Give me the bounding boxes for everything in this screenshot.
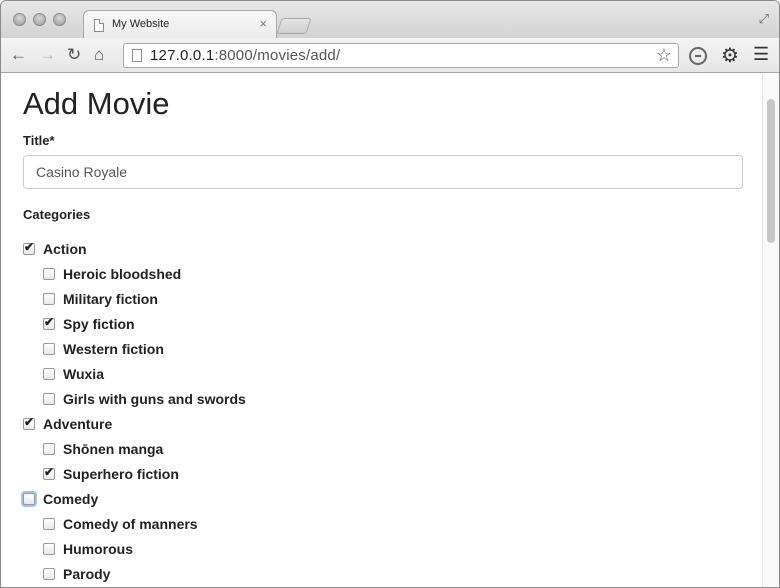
category-label: Comedy of manners	[63, 516, 198, 532]
category-checkbox[interactable]	[23, 240, 35, 255]
tab-close-button[interactable]: ×	[259, 16, 267, 31]
zoom-window-button[interactable]	[53, 13, 66, 26]
back-button[interactable]: ←	[10, 45, 27, 65]
title-input[interactable]	[23, 155, 743, 189]
browser-window: My Website × ⤢ ← → ↻ ⌂ 127.0.0.1:8000/mo…	[0, 0, 780, 588]
categories-label: Categories	[23, 207, 91, 222]
category-item[interactable]: Comedy	[23, 489, 98, 509]
title-label: Title*	[23, 133, 55, 148]
category-item[interactable]: Parody	[43, 564, 110, 584]
category-label: Wuxia	[63, 366, 104, 382]
category-label: Action	[43, 241, 87, 257]
new-tab-button[interactable]	[276, 18, 312, 34]
category-label: Parody	[63, 566, 111, 582]
page-icon	[94, 19, 104, 32]
category-label: Western fiction	[63, 341, 164, 357]
url-text[interactable]: 127.0.0.1:8000/movies/add/	[150, 47, 340, 64]
gear-icon[interactable]: ⚙	[721, 43, 739, 68]
category-item[interactable]: Wuxia	[43, 364, 104, 384]
category-label: Girls with guns and swords	[63, 391, 246, 407]
category-label: Spy fiction	[63, 316, 135, 332]
category-item[interactable]: Spy fiction	[43, 314, 135, 334]
category-label: Adventure	[43, 416, 113, 432]
scroll-thumb[interactable]	[767, 99, 775, 243]
category-item[interactable]: Comedy of manners	[43, 514, 198, 534]
url-host: 127.0.0.1	[150, 47, 215, 64]
category-label: Heroic bloodshed	[63, 266, 182, 282]
page-title: Add Movie	[23, 86, 170, 121]
category-checkbox[interactable]	[43, 268, 55, 280]
category-item[interactable]: Military fiction	[43, 289, 158, 309]
minimize-window-button[interactable]	[33, 13, 46, 26]
menu-icon[interactable]: ☰	[753, 44, 769, 65]
home-button[interactable]: ⌂	[94, 45, 104, 65]
page-icon	[132, 49, 142, 62]
category-item[interactable]: Heroic bloodshed	[43, 264, 181, 284]
category-checkbox[interactable]	[23, 493, 35, 505]
toolbar: ← → ↻ ⌂ 127.0.0.1:8000/movies/add/ ☆ ⚙ ☰	[1, 38, 779, 73]
bookmark-star-icon[interactable]: ☆	[656, 45, 672, 66]
category-item[interactable]: Girls with guns and swords	[43, 389, 246, 409]
category-checkbox[interactable]	[43, 293, 55, 305]
category-checkbox[interactable]	[43, 368, 55, 380]
category-item[interactable]: Humorous	[43, 539, 133, 559]
category-item[interactable]: Adventure	[23, 414, 112, 434]
fullscreen-icon[interactable]: ⤢	[759, 11, 769, 27]
category-item[interactable]: Superhero fiction	[43, 464, 179, 484]
category-item[interactable]: Western fiction	[43, 339, 164, 359]
reload-button[interactable]: ↻	[67, 45, 81, 65]
category-checkbox[interactable]	[43, 343, 55, 355]
scrollbar[interactable]	[762, 74, 779, 587]
url-path: :8000/movies/add/	[214, 47, 341, 64]
category-item[interactable]: Action	[23, 239, 87, 259]
tab-my-website[interactable]: My Website ×	[83, 10, 277, 39]
category-checkbox[interactable]	[43, 543, 55, 555]
forward-button[interactable]: →	[39, 45, 56, 65]
category-checkbox[interactable]	[43, 315, 55, 330]
category-label: Shōnen manga	[63, 441, 164, 457]
extension-icon[interactable]	[689, 47, 707, 65]
tab-strip: My Website × ⤢	[1, 1, 779, 39]
category-checkbox[interactable]	[23, 415, 35, 430]
close-window-button[interactable]	[13, 13, 26, 26]
category-checkbox[interactable]	[43, 568, 55, 580]
category-checkbox[interactable]	[43, 393, 55, 405]
category-item[interactable]: Shōnen manga	[43, 439, 163, 459]
tab-title: My Website	[112, 18, 170, 30]
category-checkbox[interactable]	[43, 518, 55, 530]
category-label: Humorous	[63, 541, 133, 557]
category-label: Superhero fiction	[63, 466, 179, 482]
category-label: Military fiction	[63, 291, 158, 307]
page-content: Add Movie Title* Categories Action Heroic…	[1, 74, 763, 587]
address-bar[interactable]: 127.0.0.1:8000/movies/add/ ☆	[123, 43, 679, 68]
category-checkbox[interactable]	[43, 443, 55, 455]
category-label: Comedy	[43, 491, 99, 507]
category-checkbox[interactable]	[43, 465, 55, 480]
